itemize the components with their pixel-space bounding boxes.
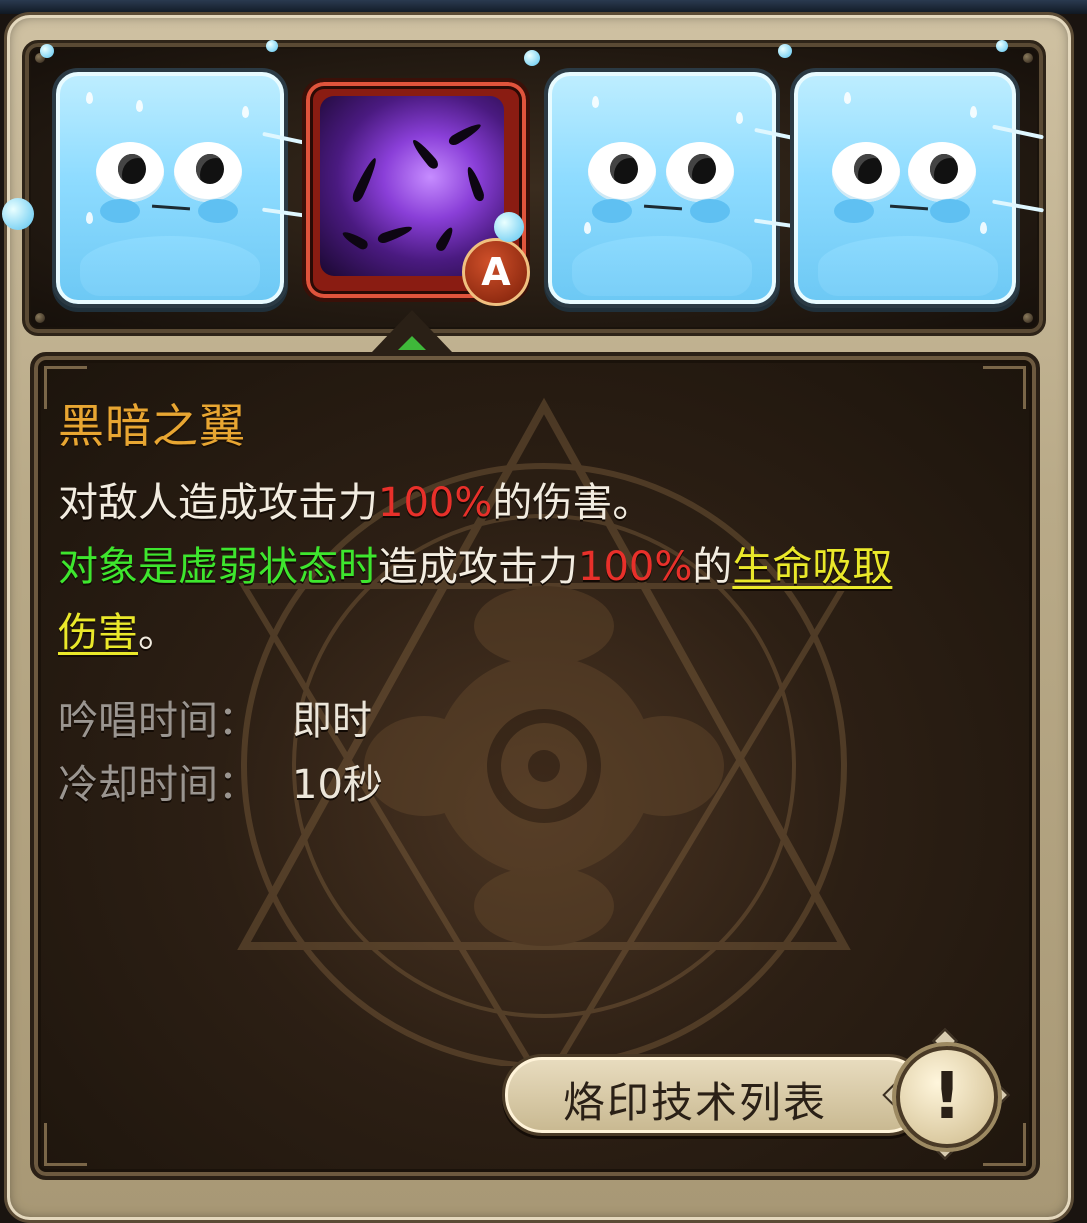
bubble-decoration bbox=[524, 50, 540, 66]
rune-list-button-label: 烙印技术列表 bbox=[563, 1078, 828, 1127]
cooldown-value: 10秒 bbox=[292, 762, 383, 808]
skill-slot-1[interactable] bbox=[52, 68, 326, 308]
skill-slot-3[interactable] bbox=[544, 68, 814, 308]
slime-icon bbox=[56, 72, 326, 304]
skill-slot-2-selected[interactable]: A bbox=[302, 78, 530, 306]
keyword-link-life-drain[interactable]: 生命吸取 bbox=[732, 544, 892, 590]
bubble-decoration bbox=[266, 40, 278, 52]
bubble-decoration bbox=[494, 212, 524, 242]
slime-icon bbox=[794, 72, 1044, 304]
rune-list-button[interactable]: 烙印技术列表 bbox=[502, 1054, 928, 1136]
keyword-link-damage[interactable]: 伤害 bbox=[58, 610, 138, 656]
bubble-decoration bbox=[40, 44, 54, 58]
bubble-decoration bbox=[2, 198, 34, 230]
selection-gem bbox=[398, 336, 426, 350]
skill-description-line-3: 伤害。 bbox=[58, 610, 178, 656]
slime-icon bbox=[548, 72, 814, 304]
skill-description-line-1: 对敌人造成攻击力100%的伤害。 bbox=[58, 480, 653, 526]
grade-badge: A bbox=[462, 238, 530, 306]
bubble-decoration bbox=[996, 40, 1008, 52]
exclamation-glyph: ! bbox=[932, 1060, 962, 1134]
exclamation-icon[interactable]: ! bbox=[896, 1046, 998, 1148]
cast-time-label: 吟唱时间： bbox=[58, 698, 258, 744]
skill-description-line-2: 对象是虚弱状态时造成攻击力100%的生命吸取 bbox=[58, 544, 893, 590]
cooldown-label: 冷却时间： bbox=[58, 762, 258, 808]
cast-time-value: 即时 bbox=[292, 698, 372, 744]
bubble-decoration bbox=[778, 44, 792, 58]
skill-slot-4[interactable] bbox=[790, 68, 1044, 308]
skill-name: 黑暗之翼 bbox=[58, 399, 246, 453]
